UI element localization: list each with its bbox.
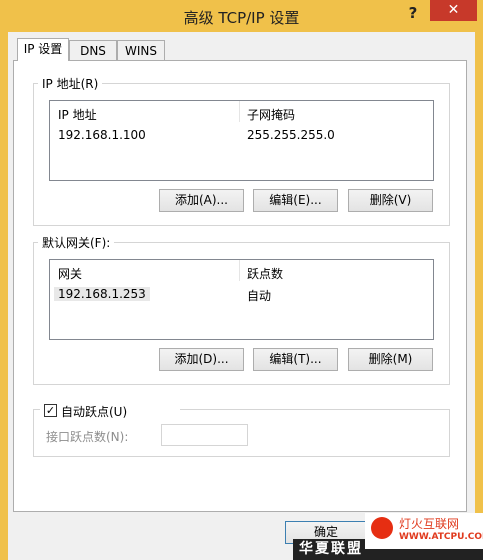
column-separator[interactable] <box>239 101 240 122</box>
column-header-ip[interactable]: IP 地址 <box>58 106 97 123</box>
watermark-logo: 灯火互联网 WWW.ATCPU.COM <box>365 513 483 549</box>
window-frame-left <box>0 32 8 560</box>
window-frame-right <box>475 32 483 560</box>
title-bar: 高级 TCP/IP 设置 ? ✕ <box>0 0 483 32</box>
gateway-delete-button[interactable]: 删除(M) <box>348 348 433 371</box>
ip-row-address[interactable]: 192.168.1.100 <box>58 128 146 142</box>
column-header-metric[interactable]: 跃点数 <box>247 265 283 282</box>
tab-wins[interactable]: WINS <box>117 40 165 60</box>
column-header-subnet[interactable]: 子网掩码 <box>247 106 295 123</box>
gateway-row-metric[interactable]: 自动 <box>247 287 271 304</box>
ip-delete-button[interactable]: 删除(V) <box>348 189 433 212</box>
ip-edit-button[interactable]: 编辑(E)... <box>253 189 338 212</box>
automatic-metric-label[interactable]: 自动跃点(U) <box>61 403 127 420</box>
gateway-list[interactable]: 网关 跃点数 192.168.1.253 自动 <box>49 259 434 340</box>
ip-add-button[interactable]: 添加(A)... <box>159 189 244 212</box>
column-separator[interactable] <box>239 260 240 281</box>
ip-address-group-label: IP 地址(R) <box>38 75 103 92</box>
flame-logo-icon <box>371 517 393 539</box>
close-icon[interactable]: ✕ <box>430 0 477 21</box>
gateway-edit-button[interactable]: 编辑(T)... <box>253 348 338 371</box>
help-icon[interactable]: ? <box>402 2 424 24</box>
automatic-metric-checkbox[interactable]: ✓ <box>44 404 57 417</box>
tab-dns[interactable]: DNS <box>69 40 117 60</box>
gateway-group-label: 默认网关(F): <box>38 234 115 251</box>
ip-address-list[interactable]: IP 地址 子网掩码 192.168.1.100 255.255.255.0 <box>49 100 434 181</box>
column-header-gateway[interactable]: 网关 <box>58 265 82 282</box>
interface-metric-field[interactable] <box>161 424 248 446</box>
gateway-row-address[interactable]: 192.168.1.253 <box>54 287 150 301</box>
watermark-logo-url: WWW.ATCPU.COM <box>399 532 483 542</box>
tab-ip-settings[interactable]: IP 设置 <box>17 38 69 61</box>
ip-row-subnet[interactable]: 255.255.255.0 <box>247 128 335 142</box>
watermark-logo-title: 灯火互联网 <box>399 517 460 531</box>
gateway-add-button[interactable]: 添加(D)... <box>159 348 244 371</box>
interface-metric-label: 接口跃点数(N): <box>46 430 129 444</box>
